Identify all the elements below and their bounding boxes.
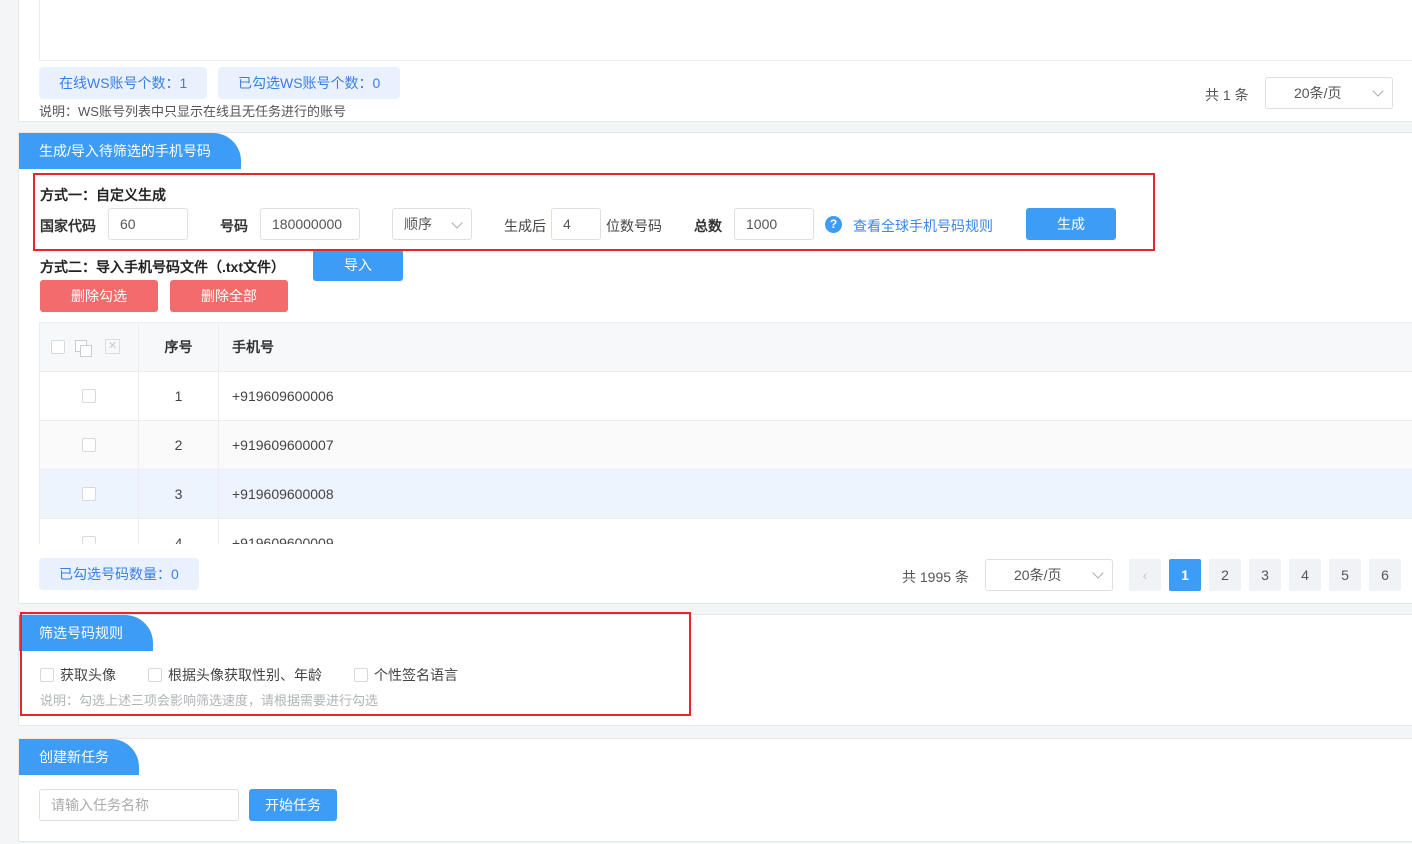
- numbers-page-size-select[interactable]: 20条/页: [985, 559, 1113, 591]
- row-checkbox[interactable]: [82, 536, 96, 544]
- chevron-down-icon: [1372, 85, 1384, 97]
- row-index: 3: [139, 470, 219, 518]
- selected-ws-count-badge: 已勾选WS账号个数：0: [218, 67, 401, 99]
- table-row[interactable]: 1 +919609600006: [40, 372, 1412, 421]
- generate-section-tab: 生成/导入待筛选的手机号码: [19, 133, 241, 169]
- copy-icon-back: [80, 345, 92, 357]
- accounts-page-size-value: 20条/页: [1294, 85, 1342, 101]
- table-row[interactable]: 4 +919609600009: [40, 519, 1412, 544]
- ws-accounts-card: 在线WS账号个数：1 已勾选WS账号个数：0 说明：WS账号列表中只显示在线且无…: [18, 0, 1412, 122]
- table-row[interactable]: 3 +919609600008: [40, 470, 1412, 519]
- task-section-tab: 创建新任务: [19, 739, 139, 775]
- row-checkbox[interactable]: [82, 438, 96, 452]
- row-index: 1: [139, 372, 219, 420]
- numbers-total: 共 1995 条: [902, 569, 969, 585]
- numbers-page-size-value: 20条/页: [1014, 567, 1062, 583]
- header-select-cell: ✕: [40, 323, 139, 371]
- page-button-1[interactable]: 1: [1169, 559, 1201, 591]
- page-button-6[interactable]: 6: [1369, 559, 1401, 591]
- import-button[interactable]: 导入: [313, 249, 403, 281]
- online-count-badge: 在线WS账号个数：1: [39, 67, 208, 99]
- row-checkbox[interactable]: [82, 389, 96, 403]
- delete-all-button[interactable]: 删除全部: [170, 280, 288, 312]
- task-name-input[interactable]: 请输入任务名称: [39, 789, 239, 821]
- start-task-button[interactable]: 开始任务: [249, 789, 337, 821]
- accounts-page-size-select[interactable]: 20条/页: [1265, 77, 1393, 109]
- table-row[interactable]: 2 +919609600007: [40, 421, 1412, 470]
- row-phone: +919609600006: [232, 388, 334, 404]
- row-phone: +919609600008: [232, 486, 334, 502]
- row-select-cell: [40, 421, 139, 469]
- chevron-down-icon: [1092, 567, 1104, 579]
- page: 在线WS账号个数：1 已勾选WS账号个数：0 说明：WS账号列表中只显示在线且无…: [0, 0, 1412, 844]
- row-index: 4: [139, 519, 219, 544]
- row-select-cell: [40, 372, 139, 420]
- row-phone: +919609600009: [232, 535, 334, 544]
- column-header-phone: 手机号: [232, 339, 274, 355]
- accounts-total: 共 1 条: [1205, 87, 1249, 103]
- row-index: 2: [139, 421, 219, 469]
- clear-icon[interactable]: ✕: [105, 339, 120, 354]
- row-phone: +919609600007: [232, 437, 334, 453]
- delete-selected-button[interactable]: 删除勾选: [40, 280, 158, 312]
- page-button-4[interactable]: 4: [1289, 559, 1321, 591]
- ws-accounts-list: [39, 0, 1412, 61]
- prev-page-button[interactable]: ‹: [1129, 559, 1161, 591]
- row-select-cell: [40, 470, 139, 518]
- phone-table: ✕ 序号 手机号 1 +919609600006 2 +919609600007…: [39, 322, 1412, 544]
- column-header-index: 序号: [139, 323, 219, 371]
- selected-numbers-badge: 已勾选号码数量：0: [39, 558, 199, 590]
- row-select-cell: [40, 519, 139, 544]
- method2-title: 方式二：导入手机号码文件（.txt文件）: [40, 259, 285, 275]
- page-button-5[interactable]: 5: [1329, 559, 1361, 591]
- page-button-3[interactable]: 3: [1249, 559, 1281, 591]
- accounts-note: 说明：WS账号列表中只显示在线且无任务进行的账号: [39, 104, 346, 119]
- select-all-checkbox[interactable]: [51, 340, 65, 354]
- highlight-box-filter: [20, 612, 691, 716]
- create-task-card: 创建新任务 请输入任务名称 开始任务: [18, 738, 1412, 842]
- page-button-2[interactable]: 2: [1209, 559, 1241, 591]
- table-header-row: ✕ 序号 手机号: [40, 323, 1412, 372]
- row-checkbox[interactable]: [82, 487, 96, 501]
- highlight-box-method1: [33, 173, 1155, 251]
